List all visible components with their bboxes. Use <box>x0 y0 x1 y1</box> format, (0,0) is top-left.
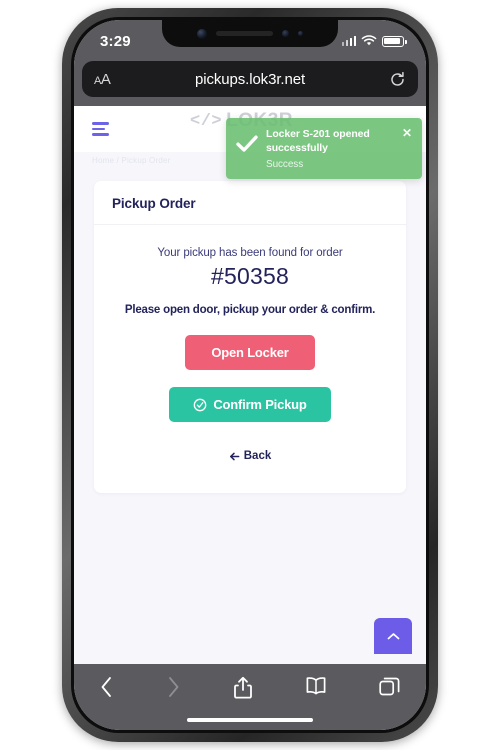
web-page-viewport: </> LOK3R Home / Pickup Order Pickup Ord… <box>74 106 426 664</box>
scroll-to-top-button[interactable] <box>374 618 412 654</box>
card-body: Your pickup has been found for order #50… <box>94 225 406 493</box>
phone-device-frame: 3:29 AA pickups.lok3r.net </> Home / Pic… <box>62 8 438 742</box>
battery-icon <box>382 35 407 47</box>
cellular-bars-icon <box>341 36 356 46</box>
proximity-sensor-icon <box>282 30 289 37</box>
status-time: 3:29 <box>100 32 131 50</box>
check-icon <box>236 135 258 157</box>
phone-screen: 3:29 AA pickups.lok3r.net </> Home / Pic… <box>74 20 426 730</box>
close-icon[interactable]: ✕ <box>402 127 412 139</box>
logo-code-icon: </> <box>190 111 223 131</box>
phone-bezel: 3:29 AA pickups.lok3r.net </> Home / Pic… <box>71 17 429 733</box>
wifi-icon <box>361 35 377 46</box>
order-number: #50358 <box>211 263 289 289</box>
instruction-text: Please open door, pickup your order & co… <box>124 304 376 316</box>
bookmarks-button[interactable] <box>305 676 327 695</box>
text-size-button[interactable]: AA <box>94 71 111 88</box>
ambient-light-sensor-icon <box>298 31 303 36</box>
pickup-found-text: Your pickup has been found for order <box>157 247 343 259</box>
status-indicators <box>341 35 407 47</box>
toast-subtitle: Success <box>266 158 304 170</box>
reload-button[interactable] <box>389 71 406 88</box>
confirm-pickup-button[interactable]: Confirm Pickup <box>169 387 331 422</box>
toast-text-group: Locker S-201 opened successfully Success <box>266 127 394 170</box>
url-text: pickups.lok3r.net <box>194 70 306 88</box>
tabs-button[interactable] <box>379 676 400 697</box>
share-button[interactable] <box>233 676 253 700</box>
check-circle-icon <box>194 398 207 411</box>
arrow-left-icon <box>229 452 240 460</box>
front-camera-icon <box>197 28 207 39</box>
earpiece-speaker <box>216 31 273 36</box>
success-toast[interactable]: Locker S-201 opened successfully Success… <box>226 118 422 179</box>
toast-title: Locker S-201 opened successfully <box>266 128 370 154</box>
chevron-up-icon <box>387 632 399 639</box>
card-header: Pickup Order <box>94 181 406 225</box>
back-label: Back <box>243 450 272 462</box>
browser-address-bar: AA pickups.lok3r.net <box>74 58 426 106</box>
confirm-pickup-label: Confirm Pickup <box>213 397 307 412</box>
device-notch <box>162 20 338 47</box>
browser-forward-button[interactable] <box>166 676 180 698</box>
open-locker-button[interactable]: Open Locker <box>185 335 315 370</box>
back-link[interactable]: Back <box>229 450 272 462</box>
home-indicator <box>187 717 313 722</box>
page-title: Pickup Order <box>112 196 196 211</box>
hamburger-menu-icon[interactable] <box>92 122 109 136</box>
pickup-order-card: Pickup Order Your pickup has been found … <box>94 181 406 493</box>
url-field[interactable]: AA pickups.lok3r.net <box>82 61 418 97</box>
browser-back-button[interactable] <box>100 676 114 698</box>
